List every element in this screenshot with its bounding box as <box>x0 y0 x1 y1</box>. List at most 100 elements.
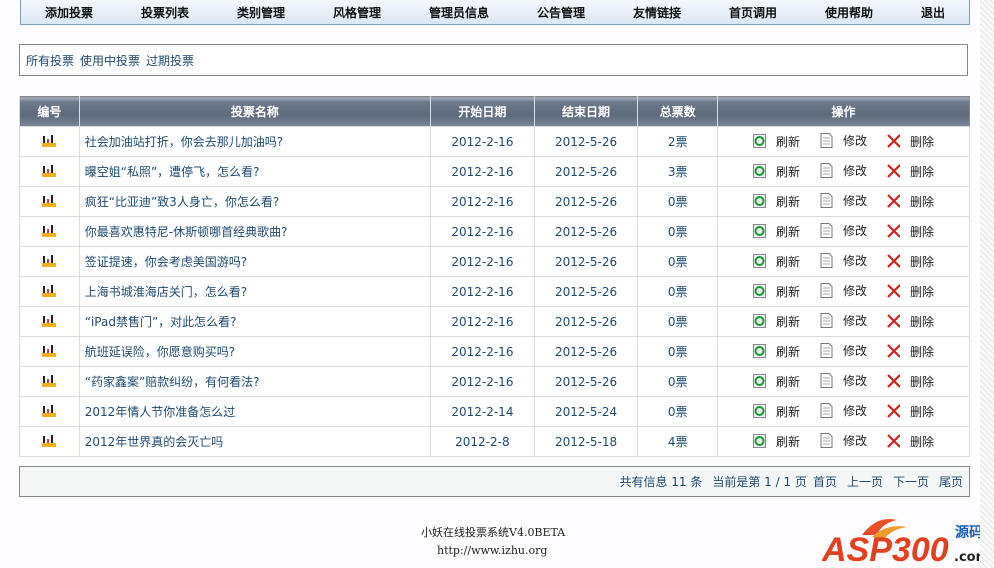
delete-button[interactable]: 删除 <box>882 133 939 150</box>
delete-button[interactable]: 删除 <box>882 313 939 330</box>
delete-button[interactable]: 删除 <box>882 403 939 420</box>
refresh-icon <box>752 254 766 268</box>
refresh-button[interactable]: 刷新 <box>748 283 805 300</box>
edit-button[interactable]: 修改 <box>815 312 872 329</box>
filter-link[interactable]: 所有投票 <box>26 52 74 69</box>
vote-count: 0票 <box>637 336 718 367</box>
nav-item[interactable]: 退出 <box>921 4 945 21</box>
edit-button[interactable]: 修改 <box>815 282 872 299</box>
end-date: 2012-5-26 <box>533 216 639 247</box>
footer-url[interactable]: http://www.izhu.org <box>437 544 547 557</box>
vote-name-link[interactable]: “iPad禁售门”，对此怎么看? <box>78 306 432 337</box>
vote-name-link[interactable]: 签证提速，你会考虑美国游吗? <box>78 246 432 277</box>
vote-name-link[interactable]: 2012年世界真的会灭亡吗 <box>78 426 432 457</box>
edit-button[interactable]: 修改 <box>815 252 872 269</box>
pagination: 共有信息 11 条 当前是第 1 / 1 页 首页 上一页 下一页 尾页 <box>19 466 970 497</box>
vote-count: 0票 <box>637 216 718 247</box>
table-row: 签证提速，你会考虑美国游吗? 2012-2-16 2012-5-26 0票 刷新 修改 删除 <box>19 246 970 277</box>
vote-name-link[interactable]: 你最喜欢惠特尼-休斯顿哪首经典歌曲? <box>78 216 432 247</box>
refresh-button[interactable]: 刷新 <box>748 433 805 450</box>
vote-count: 0票 <box>637 186 718 217</box>
delete-button[interactable]: 删除 <box>882 253 939 270</box>
delete-x-icon <box>887 134 900 148</box>
edit-button[interactable]: 修改 <box>815 192 872 209</box>
vote-name-link[interactable]: 航班延误险，你愿意购买吗? <box>78 336 432 367</box>
vote-name-link[interactable]: 社会加油站打折，你会去那儿加油吗? <box>78 126 432 157</box>
delete-button[interactable]: 删除 <box>882 433 939 450</box>
delete-label: 删除 <box>910 254 935 269</box>
nav-item[interactable]: 管理员信息 <box>429 4 489 21</box>
edit-button[interactable]: 修改 <box>815 372 872 389</box>
next-page-link[interactable]: 下一页 <box>893 473 929 490</box>
scrollbar[interactable] <box>980 0 994 568</box>
refresh-button[interactable]: 刷新 <box>748 253 805 270</box>
table-row: “iPad禁售门”，对此怎么看? 2012-2-16 2012-5-26 0票 刷新 修改… <box>19 306 970 337</box>
refresh-button[interactable]: 刷新 <box>748 313 805 330</box>
delete-button[interactable]: 删除 <box>882 283 939 300</box>
delete-x-icon <box>887 284 900 298</box>
edit-button[interactable]: 修改 <box>815 132 872 149</box>
delete-button[interactable]: 删除 <box>882 373 939 390</box>
refresh-icon <box>752 314 766 328</box>
vote-name-link[interactable]: 曝空姐“私照”，遭停飞，怎么看? <box>78 156 432 187</box>
nav-item[interactable]: 使用帮助 <box>825 4 873 21</box>
end-date: 2012-5-24 <box>533 396 639 427</box>
vote-count: 0票 <box>637 396 718 427</box>
vote-count: 4票 <box>637 426 718 457</box>
nav-item[interactable]: 风格管理 <box>333 4 381 21</box>
actions-cell: 刷新 修改 删除 <box>717 186 970 217</box>
nav-item[interactable]: 友情链接 <box>633 4 681 21</box>
refresh-button[interactable]: 刷新 <box>748 223 805 240</box>
edit-button[interactable]: 修改 <box>815 342 872 359</box>
edit-button[interactable]: 修改 <box>815 222 872 239</box>
nav-item[interactable]: 公告管理 <box>537 4 585 21</box>
delete-button[interactable]: 删除 <box>882 193 939 210</box>
refresh-icon <box>752 344 766 358</box>
edit-button[interactable]: 修改 <box>815 432 872 449</box>
vote-count: 0票 <box>637 366 718 397</box>
delete-button[interactable]: 删除 <box>882 223 939 240</box>
filter-link[interactable]: 过期投票 <box>146 52 194 69</box>
prev-page-link[interactable]: 上一页 <box>847 473 883 490</box>
document-icon <box>820 223 833 238</box>
refresh-button[interactable]: 刷新 <box>748 373 805 390</box>
refresh-label: 刷新 <box>775 344 800 359</box>
first-page-link[interactable]: 首页 <box>813 473 837 490</box>
vote-name-link[interactable]: 2012年情人节你准备怎么过 <box>78 396 432 427</box>
edit-label: 修改 <box>842 134 867 148</box>
nav-item[interactable]: 投票列表 <box>141 4 189 21</box>
refresh-button[interactable]: 刷新 <box>748 133 805 150</box>
refresh-label: 刷新 <box>775 134 800 149</box>
actions-cell: 刷新 修改 删除 <box>717 426 970 457</box>
vote-name-link[interactable]: 疯狂“比亚迪”致3人身亡，你怎么看? <box>78 186 432 217</box>
refresh-button[interactable]: 刷新 <box>748 193 805 210</box>
edit-button[interactable]: 修改 <box>815 162 872 179</box>
nav-item[interactable]: 添加投票 <box>45 4 93 21</box>
vote-name-link[interactable]: “药家鑫案”赔款纠纷，有何看法? <box>78 366 432 397</box>
last-page-link[interactable]: 尾页 <box>939 473 963 490</box>
refresh-label: 刷新 <box>775 314 800 329</box>
refresh-button[interactable]: 刷新 <box>748 343 805 360</box>
document-icon <box>820 253 833 268</box>
delete-button[interactable]: 删除 <box>882 343 939 360</box>
end-date: 2012-5-26 <box>533 336 639 367</box>
delete-label: 删除 <box>910 434 935 449</box>
document-icon <box>820 193 833 208</box>
edit-label: 修改 <box>842 254 867 268</box>
vote-name-link[interactable]: 上海书城淮海店关门，怎么看? <box>78 276 432 307</box>
delete-button[interactable]: 删除 <box>882 163 939 180</box>
actions-cell: 刷新 修改 删除 <box>717 306 970 337</box>
start-date: 2012-2-16 <box>430 366 535 397</box>
edit-label: 修改 <box>842 164 867 178</box>
nav-item[interactable]: 类别管理 <box>237 4 285 21</box>
refresh-button[interactable]: 刷新 <box>748 163 805 180</box>
delete-x-icon <box>887 404 900 418</box>
filter-link[interactable]: 使用中投票 <box>80 52 140 69</box>
page-indicator: 当前是第 1 / 1 页 <box>712 475 807 489</box>
edit-button[interactable]: 修改 <box>815 402 872 419</box>
start-date: 2012-2-16 <box>430 306 535 337</box>
nav-item[interactable]: 首页调用 <box>729 4 777 21</box>
svg-text:源码: 源码 <box>955 524 983 541</box>
refresh-button[interactable]: 刷新 <box>748 403 805 420</box>
table-row: 疯狂“比亚迪”致3人身亡，你怎么看? 2012-2-16 2012-5-26 0票 刷新… <box>19 186 970 217</box>
